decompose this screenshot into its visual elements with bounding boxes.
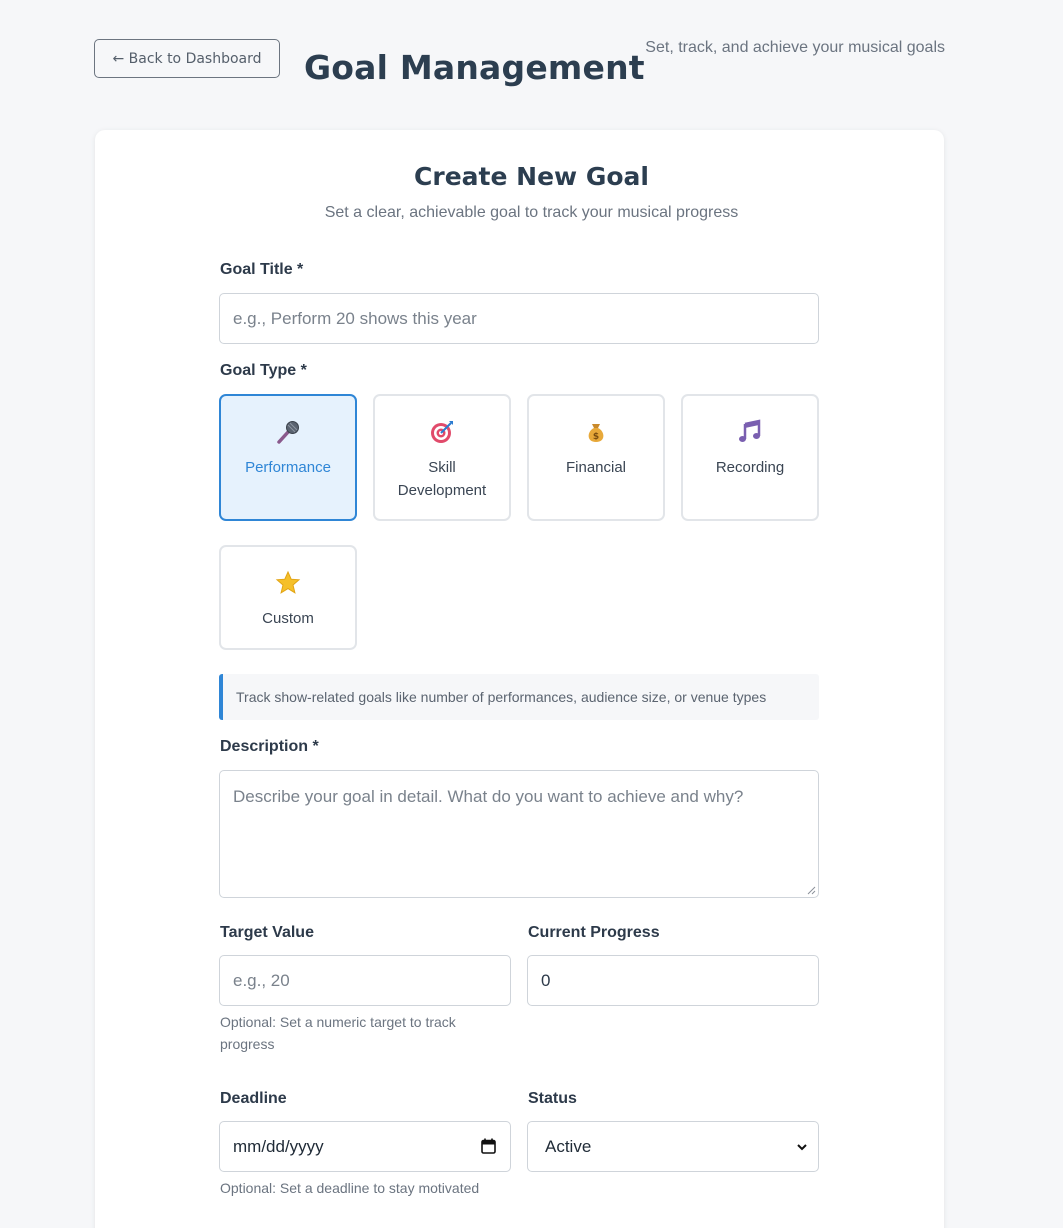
target-value-label: Target Value bbox=[220, 924, 314, 941]
current-progress-value: 0 bbox=[541, 970, 551, 990]
target-value-input[interactable]: e.g., 20 bbox=[219, 955, 511, 1006]
status-selected-value: Active bbox=[545, 1136, 592, 1156]
goal-title-input[interactable]: e.g., Perform 20 shows this year bbox=[219, 293, 819, 344]
status-select[interactable]: Active bbox=[527, 1121, 819, 1172]
microphone-icon bbox=[274, 418, 302, 446]
money-bag-icon: $ bbox=[582, 418, 610, 446]
page-subtitle: Set, track, and achieve your musical goa… bbox=[645, 39, 945, 56]
goal-type-label: Goal Type * bbox=[220, 362, 307, 379]
form-subtitle: Set a clear, achievable goal to track yo… bbox=[324, 204, 739, 221]
goal-type-recording[interactable]: Recording bbox=[681, 394, 819, 521]
goal-type-performance[interactable]: Performance bbox=[219, 394, 357, 521]
chevron-down-icon bbox=[797, 1144, 807, 1151]
deadline-input[interactable]: mm/dd/yyyy bbox=[219, 1121, 511, 1172]
goal-title-label: Goal Title * bbox=[220, 261, 304, 278]
calendar-icon[interactable] bbox=[481, 1138, 496, 1154]
back-to-dashboard-button[interactable]: ← Back to Dashboard bbox=[94, 39, 280, 78]
goal-type-label-skill-development: Skill Development bbox=[397, 459, 487, 499]
description-placeholder: Describe your goal in detail. What do yo… bbox=[233, 787, 744, 806]
music-note-icon bbox=[736, 418, 764, 446]
description-textarea[interactable]: Describe your goal in detail. What do yo… bbox=[219, 770, 819, 898]
deadline-help: Optional: Set a deadline to stay motivat… bbox=[220, 1180, 480, 1196]
goal-type-financial[interactable]: $ Financial bbox=[527, 394, 665, 521]
description-label: Description * bbox=[220, 738, 319, 755]
goal-type-custom[interactable]: Custom bbox=[219, 545, 357, 650]
target-icon bbox=[428, 418, 456, 446]
goal-type-label-recording: Recording bbox=[715, 459, 785, 476]
star-icon bbox=[274, 569, 302, 597]
target-value-help: Optional: Set a numeric target to track … bbox=[220, 1014, 456, 1052]
goal-type-label-custom: Custom bbox=[262, 610, 314, 627]
svg-text:$: $ bbox=[593, 432, 599, 442]
goal-type-hint: Track show-related goals like number of … bbox=[219, 674, 819, 720]
goal-type-skill-development[interactable]: Skill Development bbox=[373, 394, 511, 521]
current-progress-input[interactable]: 0 bbox=[527, 955, 819, 1006]
goal-type-label-financial: Financial bbox=[565, 459, 627, 476]
form-title: Create New Goal bbox=[414, 162, 649, 191]
goal-type-label-performance: Performance bbox=[245, 459, 331, 476]
deadline-placeholder: mm/dd/yyyy bbox=[233, 1136, 324, 1156]
target-value-placeholder: e.g., 20 bbox=[233, 970, 290, 990]
resize-handle-icon[interactable] bbox=[807, 886, 816, 895]
deadline-label: Deadline bbox=[220, 1090, 287, 1107]
page-title: Goal Management bbox=[304, 48, 645, 87]
status-label: Status bbox=[528, 1090, 577, 1107]
goal-title-placeholder: e.g., Perform 20 shows this year bbox=[233, 308, 477, 328]
current-progress-label: Current Progress bbox=[528, 924, 660, 941]
